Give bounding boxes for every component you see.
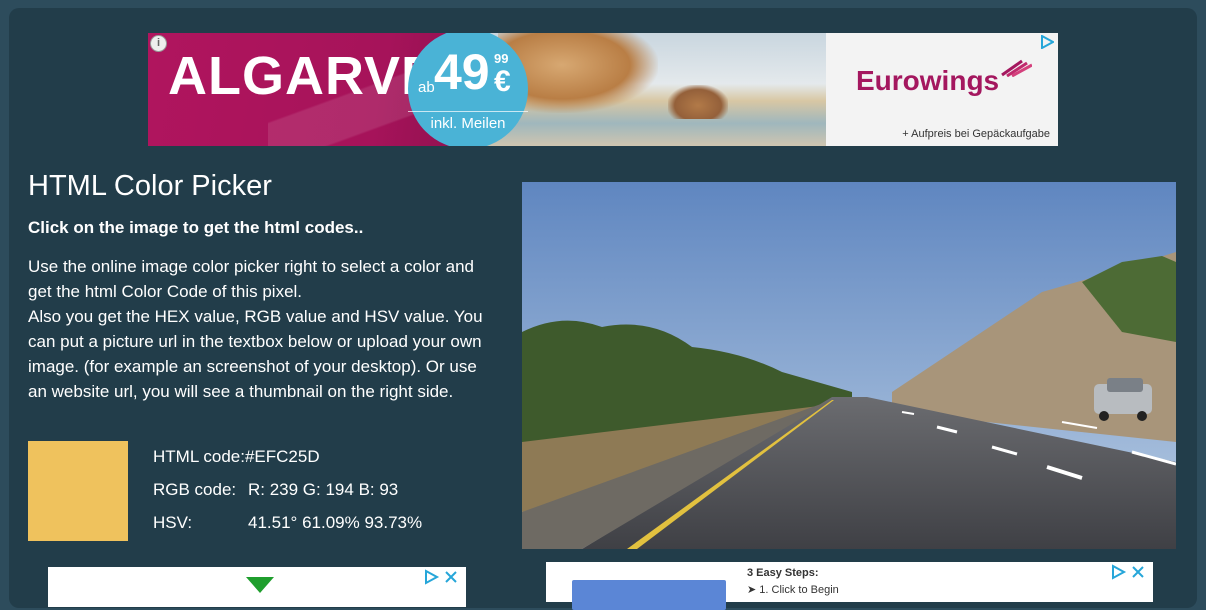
page-title: HTML Color Picker	[28, 170, 272, 202]
color-picker-image[interactable]	[522, 182, 1176, 549]
ad-price-note: inkl. Meilen	[408, 111, 528, 132]
hsv-label: HSV:	[153, 513, 193, 532]
description-paragraph: Use the online image color picker right …	[28, 257, 475, 301]
html-code-row: HTML code:#EFC25D	[153, 447, 320, 467]
ad-cta-button[interactable]	[572, 580, 726, 610]
rgb-code-label: RGB code:	[153, 480, 237, 499]
selected-color-swatch	[28, 441, 128, 541]
cursor-icon: ➤	[747, 584, 760, 596]
ad-brand-name: Eurowings	[856, 65, 1000, 96]
ad-price-currency: €	[494, 65, 511, 98]
ad-price-prefix: ab	[418, 79, 435, 96]
top-ad-banner[interactable]: i ALGARVE ab 49 99 € inkl. Meilen Eurowi…	[148, 33, 1058, 146]
page-description: Use the online image color picker right …	[28, 254, 488, 404]
ad-choices-icon[interactable]	[1040, 35, 1054, 49]
bottom-right-ad[interactable]: 3 Easy Steps: ➤ 1. Click to Begin	[546, 562, 1153, 610]
ad-price-main: 49	[434, 44, 490, 100]
description-paragraph: Also you get the HEX value, RGB value an…	[28, 307, 483, 401]
ad-brand-section: Eurowings + Aufpreis bei Gepäckaufgabe	[826, 33, 1058, 146]
ad-rock-shape	[668, 85, 728, 119]
download-arrow-icon	[246, 577, 274, 593]
ad-headline: ALGARVE	[168, 46, 439, 106]
ad-price-cents: 99	[494, 51, 509, 66]
hsv-row: HSV: 41.51° 61.09% 93.73%	[153, 513, 422, 533]
ad-steps-item: ➤ 1. Click to Begin	[747, 584, 839, 596]
ad-info-icon[interactable]: i	[150, 35, 167, 52]
bottom-left-ad[interactable]	[48, 567, 466, 607]
ad-choices-close-icon[interactable]	[424, 569, 460, 585]
ad-footnote: + Aufpreis bei Gepäckaufgabe	[902, 128, 1050, 140]
page-subtitle: Click on the image to get the html codes…	[28, 218, 364, 237]
html-code-label: HTML code:	[153, 447, 245, 466]
rgb-code-row: RGB code: R: 239 G: 194 B: 93	[153, 480, 398, 500]
ad-choices-close-icon[interactable]	[1111, 564, 1147, 580]
rgb-code-value: R: 239 G: 194 B: 93	[248, 480, 399, 499]
ad-price-badge: ab 49 99 € inkl. Meilen	[408, 33, 528, 146]
hsv-value: 41.51° 61.09% 93.73%	[248, 513, 423, 532]
eurowings-logo-icon	[1001, 59, 1032, 77]
ad-steps-title: 3 Easy Steps:	[747, 567, 819, 579]
highway-photo	[522, 182, 1176, 549]
html-code-value: #EFC25D	[244, 447, 320, 466]
